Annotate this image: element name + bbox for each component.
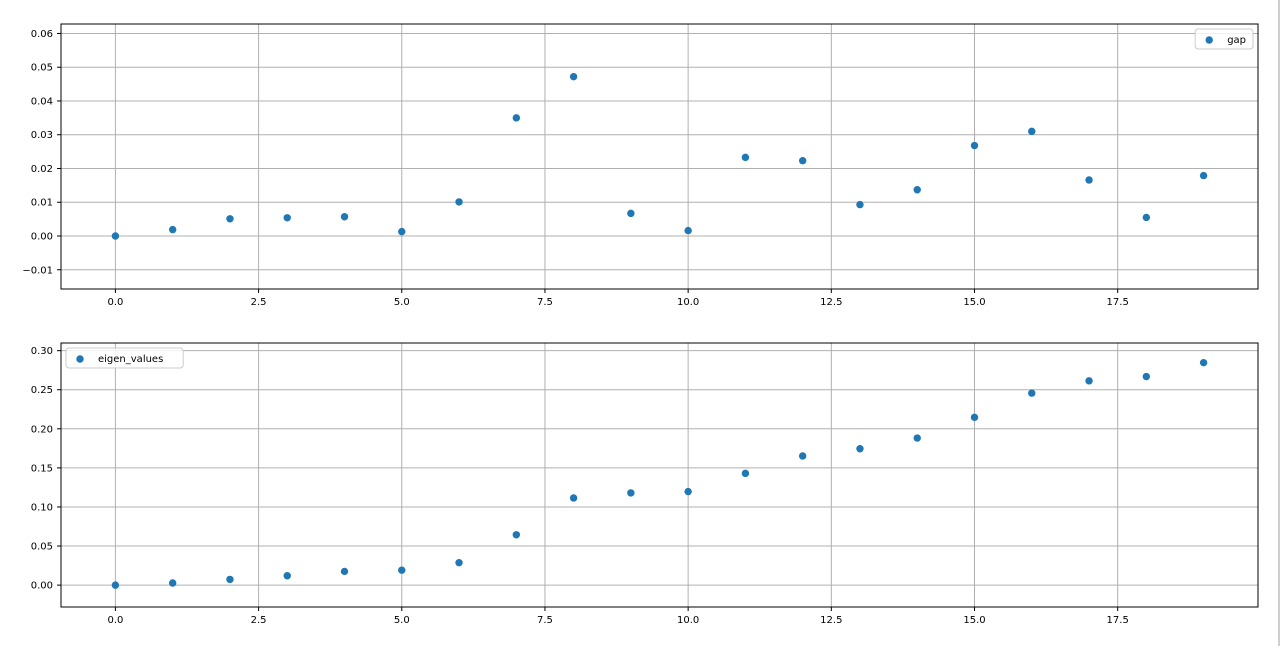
x-tick-label: 5.0 xyxy=(394,297,410,308)
y-tick-label: 0.25 xyxy=(31,385,53,396)
y-tick-label: 0.00 xyxy=(31,581,53,592)
data-point-gap xyxy=(741,153,750,162)
x-tick-label: 5.0 xyxy=(394,615,410,626)
data-point-gap xyxy=(684,226,692,235)
data-point-gap xyxy=(1142,213,1151,222)
data-point-eigen_values xyxy=(1085,377,1093,385)
y-tick-label: 0.00 xyxy=(31,232,53,243)
x-tick-label: 7.5 xyxy=(537,615,553,626)
data-point-eigen_values xyxy=(741,469,750,478)
y-tick-label: −0.01 xyxy=(22,265,53,276)
legend-marker xyxy=(76,355,84,363)
data-point-eigen_values xyxy=(283,572,291,580)
data-point-gap xyxy=(283,214,291,222)
data-point-gap xyxy=(569,72,578,81)
chart-2: 0.0 2.5 5.0 7.5 10.0 12.5 15.0 17.5 0.00 0.05 0.10… xyxy=(31,342,1259,626)
y-tick-label: 0.06 xyxy=(31,29,53,40)
x-tick-label: 10.0 xyxy=(677,615,699,626)
y-tick-label: 0.10 xyxy=(31,502,53,513)
data-point-eigen_values xyxy=(1199,358,1208,367)
data-point-gap xyxy=(111,232,120,240)
y-tick-label: 0.05 xyxy=(31,63,53,74)
x-tick-label: 7.5 xyxy=(537,297,553,308)
legend: eigen_values xyxy=(65,347,184,369)
data-point-gap xyxy=(1085,176,1093,184)
y-tick-label: 0.30 xyxy=(31,346,53,357)
x-tick-label: 17.5 xyxy=(1107,615,1129,626)
x-tick-label: 15.0 xyxy=(963,297,985,308)
data-point-gap xyxy=(856,200,864,209)
chart-1: 0.0 2.5 5.0 7.5 10.0 12.5 15.0 17.5 −0.01 0.00 0.0… xyxy=(22,23,1259,308)
x-tick-label: 0.0 xyxy=(107,297,123,308)
axes-frame xyxy=(60,342,1259,608)
figure: 0.0 2.5 5.0 7.5 10.0 12.5 15.0 17.5−0.010.000.0… xyxy=(22,23,1259,626)
data-point-gap xyxy=(455,198,463,206)
data-point-eigen_values xyxy=(111,581,120,589)
data-point-gap xyxy=(798,157,807,165)
data-point-gap xyxy=(226,215,234,223)
x-tick-label: 15.0 xyxy=(963,615,985,626)
axes-frame xyxy=(60,23,1259,290)
data-point-gap xyxy=(1028,127,1036,136)
y-tick-label: 0.20 xyxy=(31,424,53,435)
y-tick-label: 0.05 xyxy=(31,542,53,553)
data-point-eigen_values xyxy=(226,575,234,584)
data-point-eigen_values xyxy=(1028,389,1036,397)
y-tick-label: 0.03 xyxy=(31,130,53,141)
data-point-eigen_values xyxy=(970,413,979,422)
data-point-eigen_values xyxy=(512,531,521,539)
legend-label: eigen_values xyxy=(98,354,163,365)
data-point-gap xyxy=(627,209,635,218)
data-point-gap xyxy=(970,141,979,150)
data-point-eigen_values xyxy=(340,567,349,576)
data-point-eigen_values xyxy=(1142,372,1151,381)
x-tick-label: 17.5 xyxy=(1107,297,1129,308)
data-point-eigen_values xyxy=(398,566,406,574)
data-point-eigen_values xyxy=(913,434,921,442)
y-tick-label: 0.15 xyxy=(31,463,53,474)
x-tick-label: 0.0 xyxy=(107,615,123,626)
data-point-eigen_values xyxy=(627,489,635,497)
x-tick-label: 2.5 xyxy=(251,297,267,308)
data-point-eigen_values xyxy=(798,452,807,460)
y-tick-label: 0.01 xyxy=(31,198,53,209)
legend-label: gap xyxy=(1227,35,1246,46)
legend-marker xyxy=(1205,36,1213,44)
data-point-gap xyxy=(168,225,177,234)
data-point-gap xyxy=(340,213,349,221)
data-point-eigen_values xyxy=(856,445,864,453)
y-tick-label: 0.02 xyxy=(31,164,53,175)
data-point-eigen_values xyxy=(168,579,177,587)
data-point-eigen_values xyxy=(569,494,578,502)
data-point-gap xyxy=(1199,171,1208,180)
x-tick-label: 2.5 xyxy=(251,615,267,626)
data-point-gap xyxy=(398,227,406,236)
data-point-eigen_values xyxy=(684,487,692,496)
y-tick-label: 0.04 xyxy=(31,96,53,107)
x-tick-label: 12.5 xyxy=(820,297,842,308)
x-tick-label: 10.0 xyxy=(677,297,699,308)
data-point-eigen_values xyxy=(455,558,463,567)
legend: gap xyxy=(1194,28,1254,50)
data-point-gap xyxy=(913,186,921,194)
x-tick-label: 12.5 xyxy=(820,615,842,626)
data-point-gap xyxy=(512,114,521,122)
